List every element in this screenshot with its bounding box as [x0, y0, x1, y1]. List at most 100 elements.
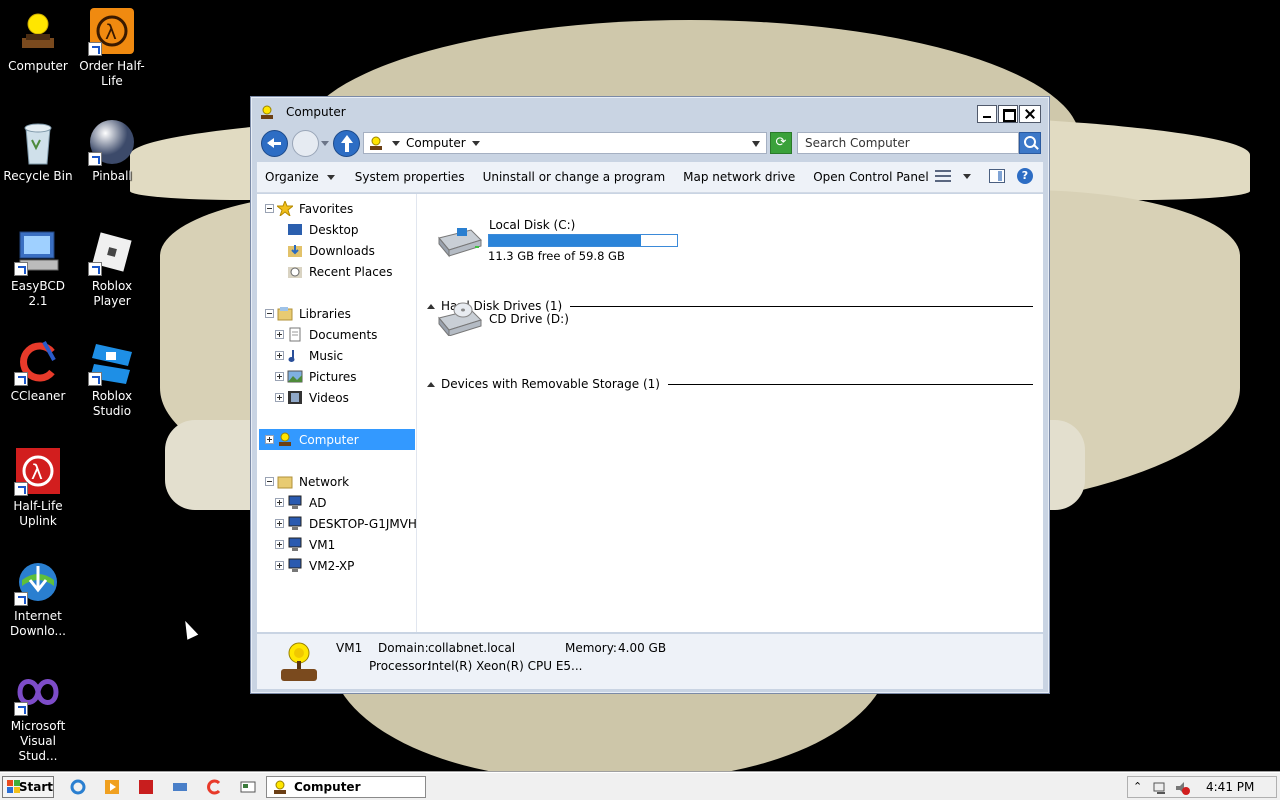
network-tray-icon[interactable] — [1152, 780, 1168, 796]
desktop-icon-roblox-studio[interactable]: Roblox Studio — [74, 338, 150, 419]
collapse-group-icon[interactable] — [427, 381, 435, 387]
nav-label: AD — [309, 495, 327, 510]
desktop-icon-internet-download[interactable]: Internet Downlo... — [0, 558, 76, 639]
back-button[interactable] — [261, 130, 288, 157]
up-button[interactable] — [333, 130, 360, 157]
minimize-button[interactable] — [977, 105, 997, 123]
window-titlebar[interactable]: Computer — [251, 97, 1049, 127]
show-hidden-icons-icon[interactable]: ⌃ — [1133, 780, 1142, 793]
star-icon — [275, 199, 295, 218]
nav-item-desktop[interactable]: Desktop — [287, 219, 359, 240]
half-life-uplink-icon: λ — [14, 448, 62, 496]
search-icon[interactable] — [1019, 132, 1041, 154]
close-button[interactable] — [1019, 105, 1041, 123]
domain-value: collabnet.local — [428, 641, 516, 655]
help-icon[interactable]: ? — [1017, 168, 1033, 184]
nav-item-network[interactable]: Network — [265, 471, 349, 492]
nav-label: Videos — [309, 390, 349, 405]
collapse-group-icon[interactable] — [427, 303, 435, 309]
collapse-icon[interactable] — [265, 309, 274, 318]
videos-icon — [287, 390, 303, 405]
music-icon — [287, 348, 303, 363]
organize-button[interactable]: Organize — [257, 170, 343, 184]
roblox-studio-icon — [88, 338, 136, 386]
nav-item-computer[interactable]: Computer — [259, 429, 415, 450]
desktop-icon-pinball[interactable]: Pinball — [74, 118, 150, 184]
nav-item-videos[interactable]: Videos — [275, 387, 349, 408]
address-dropdown-icon[interactable] — [752, 141, 760, 147]
drive-cd-d[interactable]: CD Drive (D:) — [437, 296, 697, 340]
cd-drive-icon — [438, 302, 482, 336]
breadcrumb-computer[interactable]: Computer — [406, 136, 466, 150]
desktop-icon-ccleaner[interactable]: CCleaner — [0, 338, 76, 404]
group-header-removable[interactable]: Devices with Removable Storage (1) — [427, 376, 1033, 392]
clock[interactable]: 4:41 PM — [1206, 780, 1254, 794]
map-network-drive-button[interactable]: Map network drive — [675, 170, 803, 184]
system-properties-button[interactable]: System properties — [347, 170, 473, 184]
keyboard-icon[interactable] — [172, 779, 188, 795]
desktop-icon-recycle-bin[interactable]: Recycle Bin — [0, 118, 76, 184]
desktop-icon-roblox-player[interactable]: Roblox Player — [74, 228, 150, 309]
breadcrumb-chevron-icon[interactable] — [392, 140, 400, 146]
collapse-icon[interactable] — [265, 477, 274, 486]
network-icon — [277, 474, 293, 489]
expand-icon[interactable] — [275, 540, 284, 549]
taskbar-item-computer[interactable]: Computer — [266, 776, 426, 798]
desktop-icon-label: Roblox Studio — [91, 389, 133, 418]
expand-icon[interactable] — [275, 498, 284, 507]
open-control-panel-button[interactable]: Open Control Panel — [805, 170, 936, 184]
nav-item-music[interactable]: Music — [275, 345, 343, 366]
maximize-button[interactable] — [998, 105, 1018, 123]
network-computer-icon — [287, 558, 303, 573]
expand-icon[interactable] — [275, 372, 284, 381]
drive-local-disk-c[interactable]: Local Disk (C:) 11.3 GB free of 59.8 GB — [437, 218, 697, 263]
expand-icon[interactable] — [275, 561, 284, 570]
expand-icon[interactable] — [265, 435, 274, 444]
app-red-icon[interactable] — [138, 779, 154, 795]
recent-pages-dropdown[interactable] — [321, 141, 329, 146]
nav-label: Recent Places — [309, 264, 393, 279]
address-input[interactable]: Computer — [363, 132, 767, 154]
forward-button[interactable] — [292, 130, 319, 157]
expand-icon[interactable] — [275, 351, 284, 360]
desktop-icon-order-half-life[interactable]: λ Order Half-Life — [74, 8, 150, 89]
desktop-icon-visual-studio[interactable]: Microsoft Visual Stud... — [0, 668, 76, 764]
nav-item-pictures[interactable]: Pictures — [275, 366, 357, 387]
expand-icon[interactable] — [275, 393, 284, 402]
breadcrumb-chevron-icon[interactable] — [471, 140, 480, 146]
documents-icon — [287, 327, 303, 342]
nav-item-downloads[interactable]: Downloads — [287, 240, 375, 261]
view-options-dropdown-icon[interactable] — [963, 173, 971, 179]
window-title: Computer — [286, 105, 346, 119]
refresh-button[interactable]: ⟳ — [770, 132, 792, 154]
internet-explorer-icon[interactable] — [70, 779, 86, 795]
computer-icon — [272, 780, 288, 795]
nav-item-recent-places[interactable]: Recent Places — [287, 261, 392, 282]
libraries-icon — [277, 306, 293, 321]
nav-item-documents[interactable]: Documents — [275, 324, 377, 345]
show-desktop-icon[interactable] — [240, 779, 256, 795]
nav-item-libraries[interactable]: Libraries — [265, 303, 351, 324]
desktop-icon-half-life-uplink[interactable]: λ Half-Life Uplink — [0, 448, 76, 529]
svg-text:λ: λ — [31, 460, 43, 484]
nav-item-desktop-g1jmvha[interactable]: DESKTOP-G1JMVHA — [275, 513, 416, 534]
search-input[interactable]: Search Computer — [797, 132, 1019, 154]
nav-item-favorites[interactable]: Favorites — [265, 198, 353, 219]
visual-studio-icon — [14, 668, 62, 716]
volume-muted-icon[interactable] — [1174, 780, 1190, 796]
desktop-icon-computer[interactable]: Computer — [0, 8, 76, 74]
ccleaner-quicklaunch-icon[interactable] — [206, 779, 222, 795]
desktop-icon-label: Computer — [8, 59, 68, 73]
uninstall-program-button[interactable]: Uninstall or change a program — [475, 170, 674, 184]
expand-icon[interactable] — [275, 519, 284, 528]
nav-item-vm2-xp[interactable]: VM2-XP — [275, 555, 354, 576]
collapse-icon[interactable] — [265, 204, 274, 213]
nav-item-vm1[interactable]: VM1 — [275, 534, 335, 555]
media-player-icon[interactable] — [104, 779, 120, 795]
expand-icon[interactable] — [275, 330, 284, 339]
start-button[interactable]: Start — [2, 776, 54, 798]
nav-item-ad[interactable]: AD — [275, 492, 326, 513]
change-view-icon[interactable] — [935, 169, 951, 183]
desktop-icon-easybcd[interactable]: EasyBCD 2.1 — [0, 228, 76, 309]
preview-pane-icon[interactable] — [989, 169, 1005, 183]
